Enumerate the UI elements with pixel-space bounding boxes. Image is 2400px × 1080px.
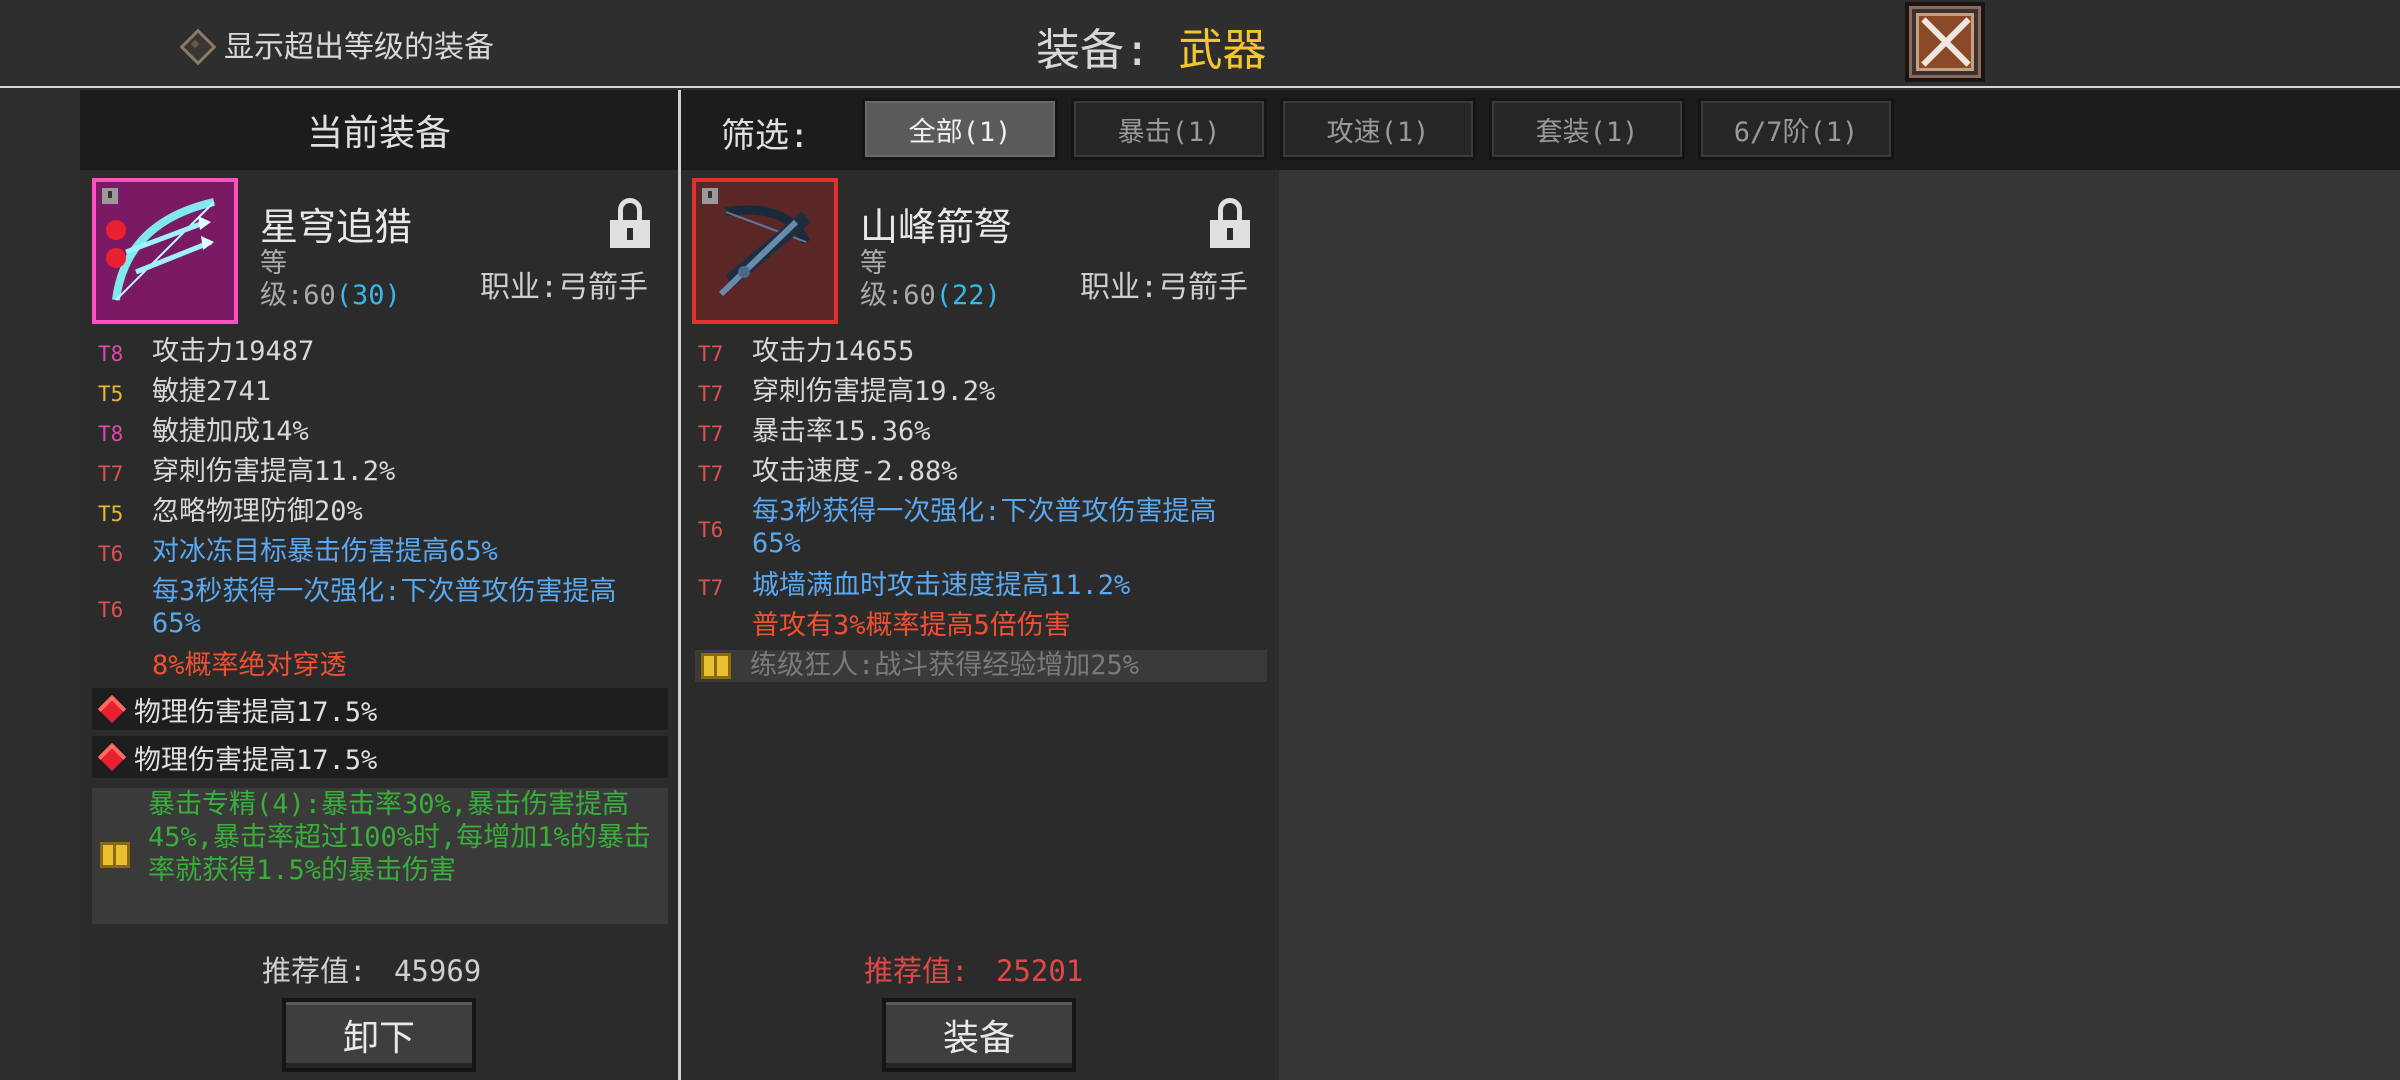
filter-tab-crit[interactable]: 暴击(1) xyxy=(1071,98,1267,160)
gem-text: 物理伤害提高17.5% xyxy=(134,696,378,728)
passive-row: 练级狂人:战斗获得经验增加25% xyxy=(695,650,1267,682)
stat-row: T7 攻击速度-2.88% xyxy=(698,456,1258,490)
lock-icon[interactable] xyxy=(1210,198,1250,248)
recommend-number: 25201 xyxy=(995,954,1084,988)
candidate-item-name: 山峰箭弩 xyxy=(860,205,1013,249)
stat-tier: T7 xyxy=(698,576,724,600)
unequip-button[interactable]: 卸下 xyxy=(282,998,476,1072)
stat-text: 敏捷2741 xyxy=(152,376,272,407)
filter-tab-all[interactable]: 全部(1) xyxy=(862,98,1058,160)
set-bonus-text: 暴击专精(4):暴击率30%,暴击伤害提高45%,暴击率超过100%时,每增加1… xyxy=(148,789,651,886)
close-button[interactable] xyxy=(1905,2,1985,82)
close-icon[interactable] xyxy=(1916,13,1974,71)
stat-tier: T6 xyxy=(698,518,724,542)
stat-tier xyxy=(98,650,152,652)
filter-tab-attack-speed[interactable]: 攻速(1) xyxy=(1280,98,1476,160)
level-text: 等级:60 xyxy=(860,248,936,311)
show-over-level-label: 显示超出等级的装备 xyxy=(224,30,494,65)
stat-text: 暴击率15.36% xyxy=(752,416,931,447)
stat-row: 普攻有3%概率提高5倍伤害 xyxy=(698,610,1258,642)
current-item-icon[interactable] xyxy=(92,178,238,324)
ruby-gem-icon xyxy=(98,695,126,723)
bow-icon xyxy=(102,188,215,301)
stat-text: 穿刺伤害提高11.2% xyxy=(152,456,396,487)
current-item-level: 等级:60(30) xyxy=(260,248,410,312)
passive-text: 练级狂人:战斗获得经验增加25% xyxy=(750,650,1140,681)
stat-tier: T8 xyxy=(98,422,124,446)
stat-text: 攻击力14655 xyxy=(752,336,915,367)
stat-tier: T7 xyxy=(698,382,724,406)
stat-row: T8 攻击力19487 xyxy=(98,336,658,370)
lock-icon[interactable] xyxy=(610,198,650,248)
empty-list-area xyxy=(1279,170,2400,1080)
stat-row: T7 城墙满血时攻击速度提高11.2% xyxy=(698,570,1258,604)
candidate-item-icon[interactable] xyxy=(692,178,838,324)
current-recommend-value: 推荐值: 45969 xyxy=(262,948,481,990)
gem-text: 物理伤害提高17.5% xyxy=(134,744,378,776)
candidate-recommend-value: 推荐值: 25201 xyxy=(864,948,1083,990)
level-text: 等级:60 xyxy=(260,248,336,311)
scroll-icon xyxy=(100,842,130,868)
filter-label: 筛选: xyxy=(721,116,810,156)
stat-text: 敏捷加成14% xyxy=(152,416,309,447)
current-equipment-header: 当前装备 xyxy=(80,90,678,170)
current-item-job: 职业:弓箭手 xyxy=(480,270,649,305)
stat-tier: T7 xyxy=(98,462,124,486)
stat-row: T6 每3秒获得一次强化:下次普攻伤害提高65% xyxy=(98,576,658,640)
current-item-name: 星穹追猎 xyxy=(260,205,413,249)
stat-row: T6 对冰冻目标暴击伤害提高65% xyxy=(98,536,658,570)
scroll-icon xyxy=(701,653,731,679)
stat-row: 8%概率绝对穿透 xyxy=(98,650,658,682)
stat-tier xyxy=(698,610,752,612)
gem-row: 物理伤害提高17.5% xyxy=(92,736,668,778)
checkbox-diamond-icon[interactable] xyxy=(180,29,210,59)
title-label: 装备: xyxy=(1036,25,1151,76)
stat-tier: T7 xyxy=(698,462,724,486)
top-bar: 显示超出等级的装备 装备: 武器 xyxy=(0,0,2400,88)
title-slot: 武器 xyxy=(1178,25,1267,76)
level-extra: (22) xyxy=(935,280,1001,311)
stat-text: 8%概率绝对穿透 xyxy=(152,650,347,681)
stat-tier: T7 xyxy=(698,422,724,446)
stat-row: T7 攻击力14655 xyxy=(698,336,1258,370)
gem-row: 物理伤害提高17.5% xyxy=(92,688,668,730)
candidate-item-job: 职业:弓箭手 xyxy=(1080,270,1249,305)
stat-text: 城墙满血时攻击速度提高11.2% xyxy=(752,570,1131,601)
filter-tab-set[interactable]: 套装(1) xyxy=(1489,98,1685,160)
stat-row: T7 穿刺伤害提高19.2% xyxy=(698,376,1258,410)
stat-tier: T8 xyxy=(98,342,124,366)
stat-text: 穿刺伤害提高19.2% xyxy=(752,376,996,407)
stat-row: T6 每3秒获得一次强化:下次普攻伤害提高65% xyxy=(698,496,1258,560)
filter-tab-tier[interactable]: 6/7阶(1) xyxy=(1698,98,1894,160)
equip-button[interactable]: 装备 xyxy=(882,998,1076,1072)
stat-text: 每3秒获得一次强化:下次普攻伤害提高65% xyxy=(152,576,617,639)
stat-row: T8 敏捷加成14% xyxy=(98,416,658,450)
page-title: 装备: 武器 xyxy=(1036,14,1267,78)
stat-text: 每3秒获得一次强化:下次普攻伤害提高65% xyxy=(752,496,1217,559)
stat-tier: T5 xyxy=(98,502,124,526)
level-extra: (30) xyxy=(335,280,401,311)
crossbow-icon xyxy=(702,188,811,297)
recommend-label: 推荐值: xyxy=(262,954,367,988)
recommend-number: 45969 xyxy=(393,954,482,988)
stat-row: T7 穿刺伤害提高11.2% xyxy=(98,456,658,490)
stat-row: T5 忽略物理防御20% xyxy=(98,496,658,530)
show-over-level-toggle[interactable]: 显示超出等级的装备 xyxy=(180,22,494,66)
stat-row: T5 敏捷2741 xyxy=(98,376,658,410)
stat-text: 普攻有3%概率提高5倍伤害 xyxy=(752,610,1071,641)
filter-bar: 筛选: 全部(1) 暴击(1) 攻速(1) 套装(1) 6/7阶(1) xyxy=(681,90,2400,170)
stat-tier: T5 xyxy=(98,382,124,406)
stat-text: 对冰冻目标暴击伤害提高65% xyxy=(152,536,498,567)
stat-text: 攻击速度-2.88% xyxy=(752,456,958,487)
stat-text: 攻击力19487 xyxy=(152,336,315,367)
stat-tier: T6 xyxy=(98,598,124,622)
candidate-item-level: 等级:60(22) xyxy=(860,248,1010,312)
stat-row: T7 暴击率15.36% xyxy=(698,416,1258,450)
set-bonus-box: 暴击专精(4):暴击率30%,暴击伤害提高45%,暴击率超过100%时,每增加1… xyxy=(92,788,668,924)
stat-tier: T6 xyxy=(98,542,124,566)
stat-text: 忽略物理防御20% xyxy=(152,496,363,527)
stat-tier: T7 xyxy=(698,342,724,366)
ruby-gem-icon xyxy=(98,743,126,771)
recommend-label: 推荐值: xyxy=(864,954,969,988)
